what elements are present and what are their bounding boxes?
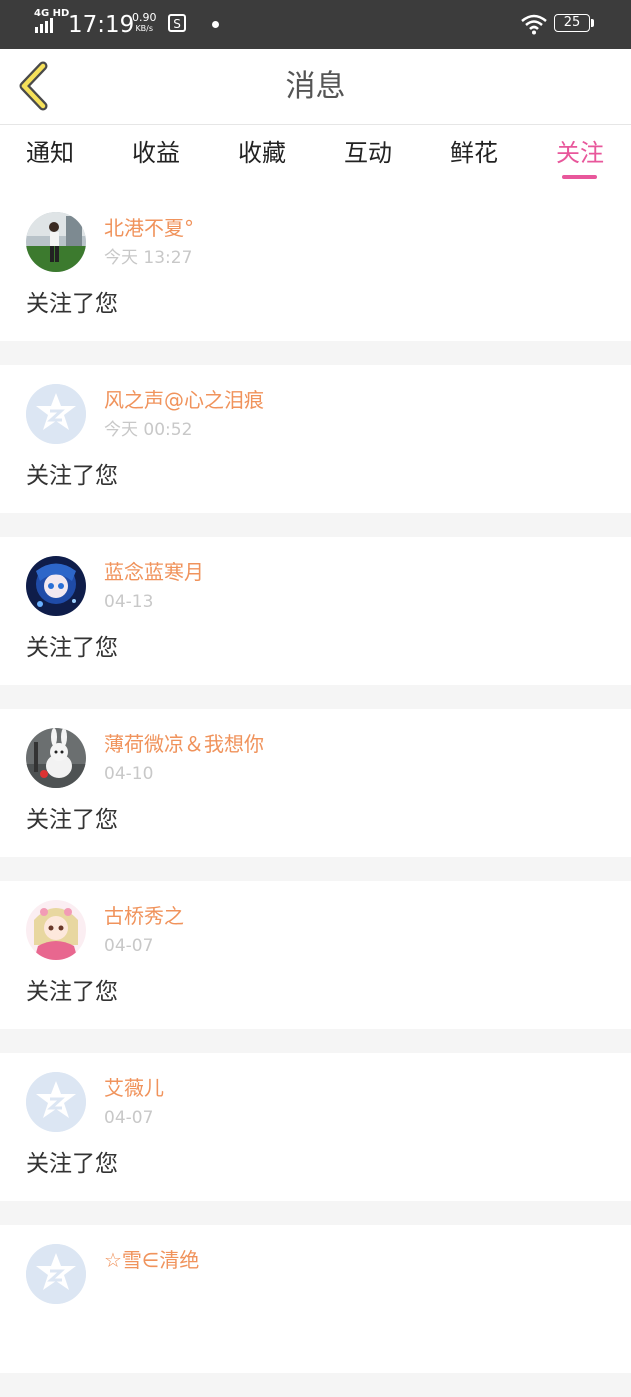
username[interactable]: 风之声@心之泪痕 bbox=[104, 387, 264, 413]
list-item[interactable]: ☆雪∈清绝 bbox=[0, 1225, 631, 1373]
clock: 17:19 bbox=[68, 12, 135, 38]
timestamp: 04-07 bbox=[104, 936, 154, 956]
net-speed: 0.90 KB/s bbox=[132, 12, 157, 34]
default-avatar-icon[interactable] bbox=[26, 384, 86, 444]
list-item[interactable]: 北港不夏° 今天 13:27 关注了您 bbox=[0, 193, 631, 341]
message-text: 关注了您 bbox=[26, 1151, 118, 1177]
notification-list: 北港不夏° 今天 13:27 关注了您 风之声@心之泪痕 今天 00:52 关注… bbox=[0, 193, 631, 1397]
username[interactable]: 蓝念蓝寒月 bbox=[104, 559, 204, 585]
avatar[interactable] bbox=[26, 728, 86, 788]
status-bar: 4G HD 17:19 0.90 KB/s S 25 bbox=[0, 0, 631, 49]
app-notification-icon: S bbox=[168, 14, 186, 32]
timestamp: 今天 13:27 bbox=[104, 248, 193, 268]
avatar[interactable] bbox=[26, 212, 86, 272]
list-item[interactable]: 蓝念蓝寒月 04-13 关注了您 bbox=[0, 537, 631, 685]
net-speed-unit: KB/s bbox=[135, 24, 154, 33]
wifi-icon bbox=[521, 14, 547, 35]
username[interactable]: 薄荷微凉＆我想你 bbox=[104, 731, 264, 757]
tab-follow[interactable]: 关注 bbox=[556, 136, 604, 170]
page-title: 消息 bbox=[285, 69, 346, 104]
avatar[interactable] bbox=[26, 900, 86, 960]
tab-bar: 通知 收益 收藏 互动 鲜花 关注 bbox=[0, 125, 631, 193]
username[interactable]: 艾薇儿 bbox=[104, 1075, 164, 1101]
tab-flowers[interactable]: 鲜花 bbox=[450, 136, 498, 170]
timestamp: 今天 00:52 bbox=[104, 420, 193, 440]
default-avatar-icon[interactable] bbox=[26, 1244, 86, 1304]
avatar[interactable] bbox=[26, 556, 86, 616]
tab-earnings[interactable]: 收益 bbox=[132, 136, 180, 170]
signal-icon bbox=[35, 18, 53, 33]
tab-interaction[interactable]: 互动 bbox=[344, 136, 392, 170]
timestamp: 04-07 bbox=[104, 1108, 154, 1128]
list-item[interactable]: 风之声@心之泪痕 今天 00:52 关注了您 bbox=[0, 365, 631, 513]
list-item[interactable]: 薄荷微凉＆我想你 04-10 关注了您 bbox=[0, 709, 631, 857]
list-item[interactable]: 古桥秀之 04-07 关注了您 bbox=[0, 881, 631, 1029]
message-text: 关注了您 bbox=[26, 807, 118, 833]
battery-tip bbox=[591, 19, 594, 27]
active-tab-indicator bbox=[562, 175, 597, 179]
username[interactable]: 古桥秀之 bbox=[104, 903, 184, 929]
notification-dot-icon bbox=[212, 21, 219, 28]
username[interactable]: 北港不夏° bbox=[104, 215, 194, 241]
default-avatar-icon[interactable] bbox=[26, 1072, 86, 1132]
tab-favorites[interactable]: 收藏 bbox=[238, 136, 286, 170]
header: 消息 bbox=[0, 49, 631, 125]
username[interactable]: ☆雪∈清绝 bbox=[104, 1247, 199, 1273]
message-text: 关注了您 bbox=[26, 635, 118, 661]
message-text: 关注了您 bbox=[26, 979, 118, 1005]
message-text: 关注了您 bbox=[26, 463, 118, 489]
list-item[interactable]: 艾薇儿 04-07 关注了您 bbox=[0, 1053, 631, 1201]
timestamp: 04-13 bbox=[104, 592, 154, 612]
message-text: 关注了您 bbox=[26, 291, 118, 317]
tab-notice[interactable]: 通知 bbox=[26, 136, 74, 170]
timestamp: 04-10 bbox=[104, 764, 154, 784]
battery-icon: 25 bbox=[554, 14, 590, 32]
svg-text:S: S bbox=[173, 17, 181, 31]
